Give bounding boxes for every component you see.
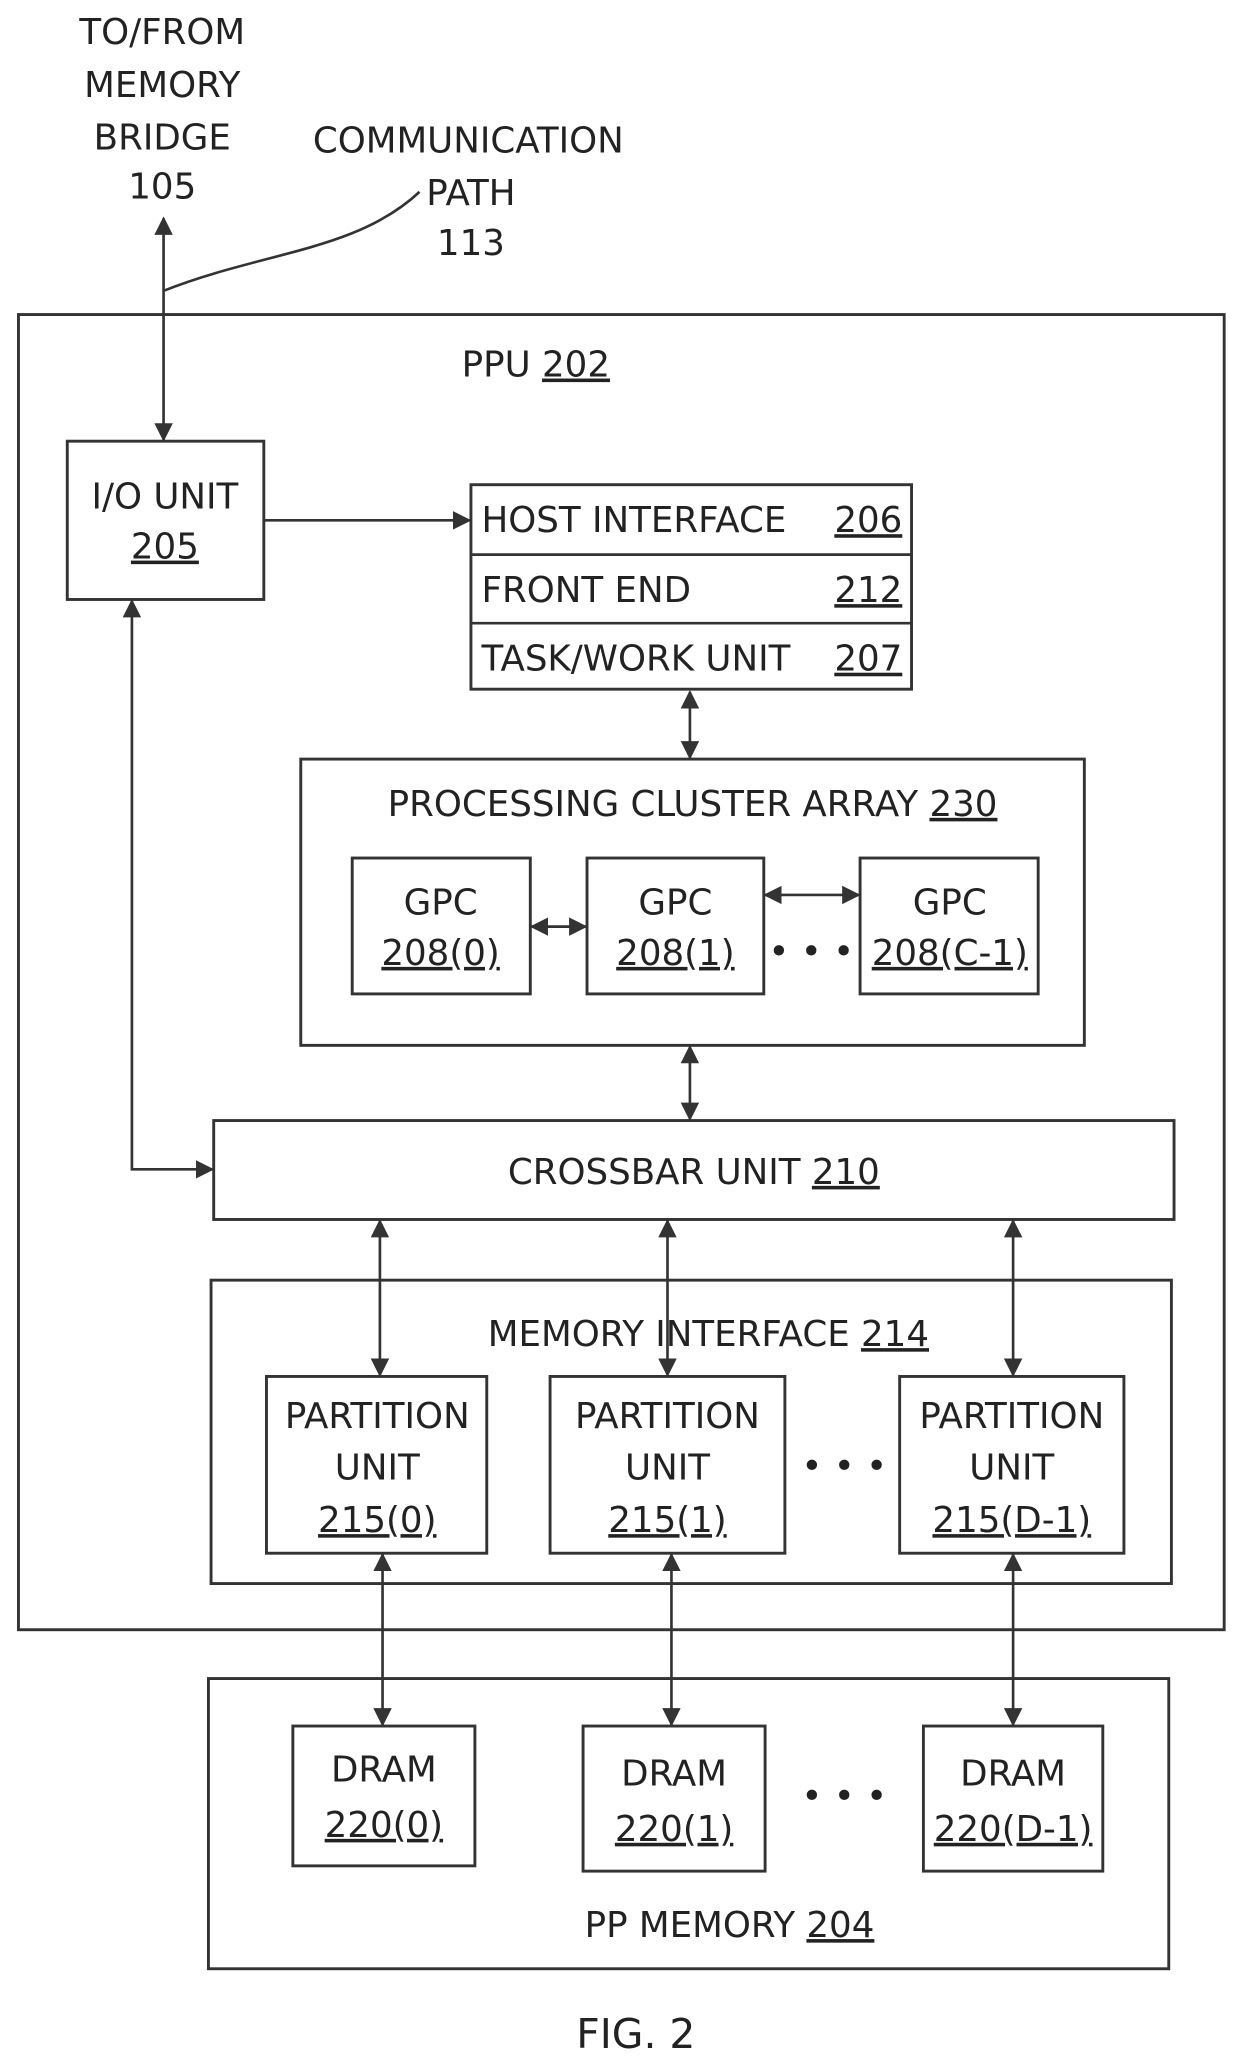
- task-work-unit-ref: 207: [834, 639, 902, 680]
- gpc-ellipsis: • • •: [768, 932, 854, 973]
- crossbar-label: CROSSBAR UNIT 210: [508, 1152, 880, 1193]
- io-unit-ref: 205: [131, 527, 199, 568]
- partition-0-label: PARTITION: [285, 1396, 470, 1437]
- gpc-1-ref: 208(1): [616, 933, 734, 974]
- partition-1-unit: UNIT: [625, 1447, 710, 1488]
- gpc-n-label: GPC: [913, 883, 987, 924]
- memory-bridge-ref: 105: [128, 166, 196, 207]
- comm-path-label-1: COMMUNICATION: [313, 120, 624, 161]
- to-from-label-3: BRIDGE: [94, 118, 231, 159]
- dram-0-label: DRAM: [331, 1749, 437, 1790]
- dram-0-ref: 220(0): [325, 1805, 443, 1846]
- ppu-block-diagram: TO/FROM MEMORY BRIDGE 105 COMMUNICATION …: [17, 12, 1226, 2058]
- task-work-unit-label: TASK/WORK UNIT: [480, 639, 790, 680]
- partition-n-ref: 215(D-1): [932, 1500, 1091, 1541]
- front-end-ref: 212: [834, 570, 902, 611]
- io-unit-box: [65, 439, 266, 601]
- pca-label: PROCESSING CLUSTER ARRAY 230: [388, 784, 998, 825]
- comm-path-leader-line: [163, 190, 421, 293]
- to-from-label-1: TO/FROM: [78, 12, 245, 53]
- pp-memory-label: PP MEMORY 204: [585, 1905, 875, 1946]
- front-end-label: FRONT END: [481, 570, 691, 611]
- partition-n-label: PARTITION: [919, 1396, 1104, 1437]
- partition-0-ref: 215(0): [318, 1500, 436, 1541]
- partition-0-unit: UNIT: [335, 1447, 420, 1488]
- dram-1-label: DRAM: [621, 1753, 727, 1794]
- comm-path-label-2: PATH: [426, 173, 515, 214]
- dram-n-ref: 220(D-1): [934, 1809, 1093, 1850]
- io-crossbar-arrow: [122, 598, 215, 1179]
- host-interface-ref: 206: [834, 500, 902, 541]
- partition-n-unit: UNIT: [969, 1447, 1054, 1488]
- gpc-n-ref: 208(C-1): [872, 933, 1028, 974]
- gpc-0-label: GPC: [404, 883, 478, 924]
- ppu-label: PPU 202: [462, 345, 610, 386]
- io-unit-label: I/O UNIT: [91, 476, 238, 517]
- partition-1-ref: 215(1): [608, 1500, 726, 1541]
- dram-1-ref: 220(1): [615, 1809, 733, 1850]
- partition-ellipsis: • • •: [801, 1446, 887, 1487]
- dram-n-label: DRAM: [960, 1753, 1066, 1794]
- partition-1-label: PARTITION: [575, 1396, 760, 1437]
- gpc-0-ref: 208(0): [381, 933, 499, 974]
- gpc-1-label: GPC: [638, 883, 712, 924]
- to-from-label-2: MEMORY: [84, 65, 240, 106]
- comm-path-ref: 113: [437, 223, 505, 264]
- figure-caption: FIG. 2: [576, 2010, 695, 2058]
- memory-interface-label: MEMORY INTERFACE 214: [488, 1314, 929, 1355]
- host-interface-label: HOST INTERFACE: [481, 500, 786, 541]
- dram-ellipsis: • • •: [801, 1776, 887, 1817]
